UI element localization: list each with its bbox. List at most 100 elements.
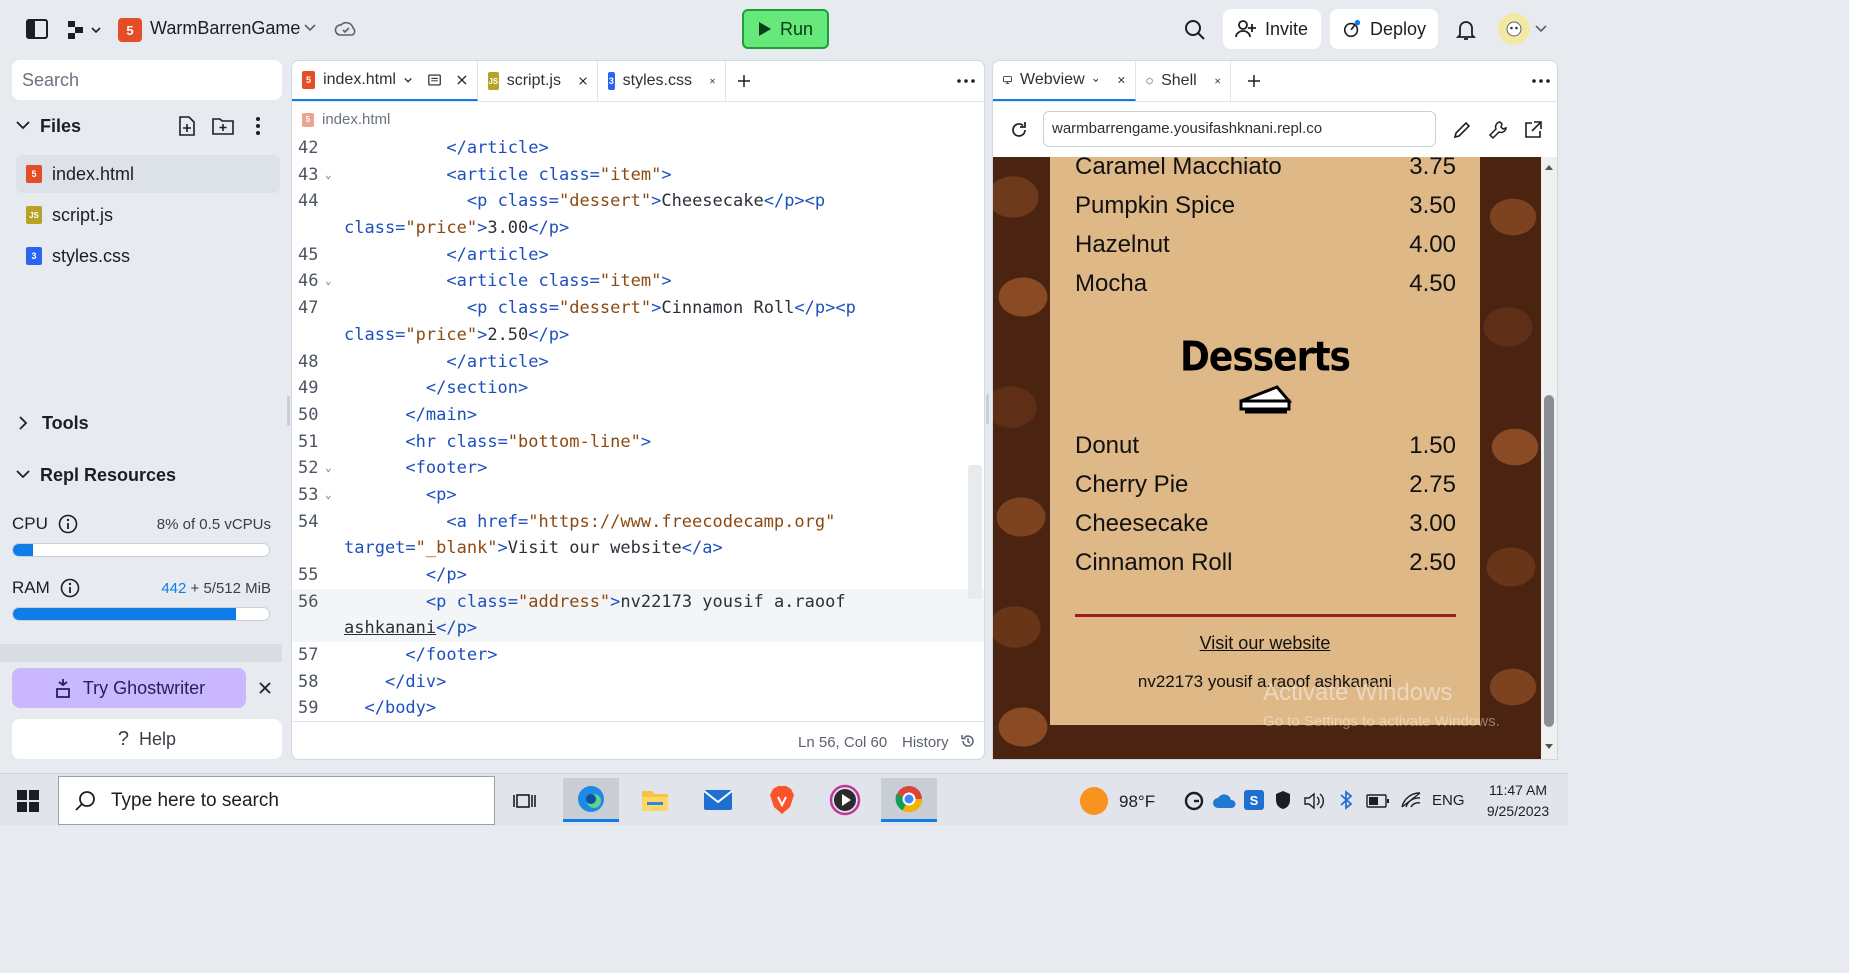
weather-sun-icon[interactable] [1080, 787, 1108, 815]
fold-chevron-icon[interactable]: ⌄ [325, 482, 332, 509]
sidebar-search-input[interactable]: Search [12, 60, 282, 100]
files-more-options-icon[interactable] [250, 116, 266, 136]
editor-more-options-icon[interactable] [956, 73, 976, 89]
close-tab-icon[interactable] [1214, 75, 1220, 87]
code-line[interactable]: 54 <a href="https://www.freecodecamp.org… [292, 509, 984, 536]
try-ghostwriter-button[interactable]: Try Ghostwriter [12, 668, 246, 708]
code-line[interactable]: 49 </section> [292, 375, 984, 402]
tab-chevron-down-icon[interactable] [404, 77, 412, 84]
code-line[interactable]: 58 </div> [292, 669, 984, 696]
code-line[interactable]: class="price">2.50</p> [292, 322, 984, 349]
cursor-position[interactable]: Ln 56, Col 60 [798, 734, 887, 751]
language-indicator[interactable]: ENG [1432, 792, 1465, 809]
close-tab-icon[interactable] [457, 74, 467, 86]
code-line[interactable]: 43 ⌄ <article class="item"> [292, 162, 984, 189]
project-name[interactable]: WarmBarrenGame [150, 18, 300, 39]
notifications-bell-icon[interactable] [1454, 18, 1478, 42]
code-line[interactable]: ashkanani</p> [292, 615, 984, 643]
webview-more-options-icon[interactable] [1531, 73, 1551, 89]
code-line[interactable]: 55 </p> [292, 562, 984, 589]
close-tab-icon[interactable] [1118, 74, 1125, 86]
tab-styles-css[interactable]: 3 styles.css [598, 61, 726, 101]
fold-chevron-icon[interactable]: ⌄ [325, 162, 332, 189]
scroll-up-arrow-icon[interactable] [1544, 163, 1554, 171]
code-line[interactable]: 42 </article> [292, 135, 984, 162]
webview-page[interactable]: Caramel Macchiato 3.75 Pumpkin Spice 3.5… [993, 157, 1541, 759]
taskbar-mail-app[interactable] [690, 778, 746, 822]
history-icon[interactable] [960, 733, 976, 749]
fold-chevron-icon[interactable]: ⌄ [325, 455, 332, 482]
tools-section-header[interactable]: Tools [12, 404, 280, 442]
run-button[interactable]: Run [742, 9, 829, 49]
sidebar-toggle-icon[interactable] [26, 19, 48, 39]
code-line[interactable]: 57 </footer> [292, 642, 984, 669]
close-tab-icon[interactable] [579, 75, 587, 87]
taskbar-search-box[interactable]: Type here to search [58, 776, 495, 825]
code-line[interactable]: 53 ⌄ <p> [292, 482, 984, 509]
split-view-icon[interactable] [428, 73, 441, 87]
taskbar-media-app[interactable] [817, 778, 873, 822]
volume-icon[interactable] [1303, 791, 1325, 811]
code-line[interactable]: 51 <hr class="bottom-line"> [292, 429, 984, 456]
deploy-button[interactable]: Deploy [1330, 9, 1438, 49]
code-line[interactable]: 47 <p class="dessert">Cinnamon Roll</p><… [292, 295, 984, 322]
repl-menu-icon[interactable] [66, 19, 104, 41]
taskbar-edge-app[interactable] [563, 778, 619, 822]
code-line[interactable]: class="price">3.00</p> [292, 215, 984, 242]
taskbar-chrome-app[interactable] [881, 778, 937, 822]
visit-website-link[interactable]: Visit our website [1050, 633, 1480, 654]
code-line[interactable]: 45 </article> [292, 242, 984, 269]
code-line[interactable]: 50 </main> [292, 402, 984, 429]
tab-webview[interactable]: Webview [993, 61, 1136, 101]
editor-scrollbar-thumb[interactable] [968, 465, 982, 599]
task-view-icon[interactable] [512, 790, 538, 812]
code-line[interactable]: 48 </article> [292, 349, 984, 376]
file-item-index-html[interactable]: 5 index.html [16, 155, 280, 193]
file-item-script-js[interactable]: JS script.js [16, 196, 280, 234]
weather-temperature[interactable]: 98°F [1119, 792, 1155, 812]
tab-script-js[interactable]: JS script.js [478, 61, 598, 101]
system-clock[interactable]: 11:47 AM 9/25/2023 [1478, 780, 1558, 822]
help-button[interactable]: ? Help [12, 719, 282, 759]
code-line[interactable]: 44 <p class="dessert">Cheesecake</p><p [292, 188, 984, 215]
new-tab-plus-icon[interactable] [1246, 73, 1262, 89]
code-line[interactable]: 52 ⌄ <footer> [292, 455, 984, 482]
file-item-styles-css[interactable]: 3 styles.css [16, 237, 280, 275]
taskbar-brave-app[interactable] [754, 778, 810, 822]
tab-chevron-down-icon[interactable] [1092, 77, 1099, 84]
user-avatar[interactable] [1498, 13, 1530, 45]
code-line[interactable]: target="_blank">Visit our website</a> [292, 535, 984, 562]
info-icon[interactable] [58, 514, 78, 534]
fold-chevron-icon[interactable]: ⌄ [325, 268, 332, 295]
wifi-icon[interactable] [1399, 790, 1423, 810]
files-section-header[interactable]: Files [12, 107, 280, 145]
refresh-icon[interactable] [1009, 120, 1029, 140]
breadcrumb-file[interactable]: index.html [322, 111, 390, 128]
new-folder-icon[interactable] [212, 117, 234, 135]
new-file-icon[interactable] [177, 116, 197, 136]
scroll-down-arrow-icon[interactable] [1544, 743, 1554, 751]
tab-index-html[interactable]: 5 index.html [292, 61, 478, 101]
code-line[interactable]: 56 <p class="address">nv22173 yousif a.r… [292, 588, 984, 616]
tab-shell[interactable]: Shell [1136, 61, 1231, 101]
grammarly-tray-icon[interactable] [1183, 790, 1205, 812]
info-icon[interactable] [60, 578, 80, 598]
webview-scrollbar[interactable] [1541, 157, 1557, 759]
battery-icon[interactable] [1366, 793, 1390, 809]
edit-pencil-icon[interactable] [1451, 119, 1473, 141]
code-line[interactable]: 46 ⌄ <article class="item"> [292, 268, 984, 295]
windows-start-icon[interactable] [16, 789, 40, 813]
onedrive-cloud-icon[interactable] [1212, 792, 1238, 810]
code-line[interactable]: 59 </body> [292, 695, 984, 722]
scroll-thumb[interactable] [1544, 395, 1554, 727]
sidebar-resize-handle[interactable] [287, 396, 290, 426]
panel-resize-handle[interactable] [986, 394, 989, 424]
history-label[interactable]: History [902, 734, 949, 751]
bluetooth-icon[interactable] [1336, 789, 1356, 811]
repl-resources-header[interactable]: Repl Resources [12, 456, 280, 494]
dismiss-ghostwriter-close-icon[interactable] [256, 679, 274, 697]
close-tab-icon[interactable] [710, 75, 715, 87]
project-dropdown-chevron-icon[interactable] [302, 20, 318, 36]
store-tray-icon[interactable]: S [1244, 790, 1264, 810]
search-icon[interactable] [1183, 18, 1207, 42]
